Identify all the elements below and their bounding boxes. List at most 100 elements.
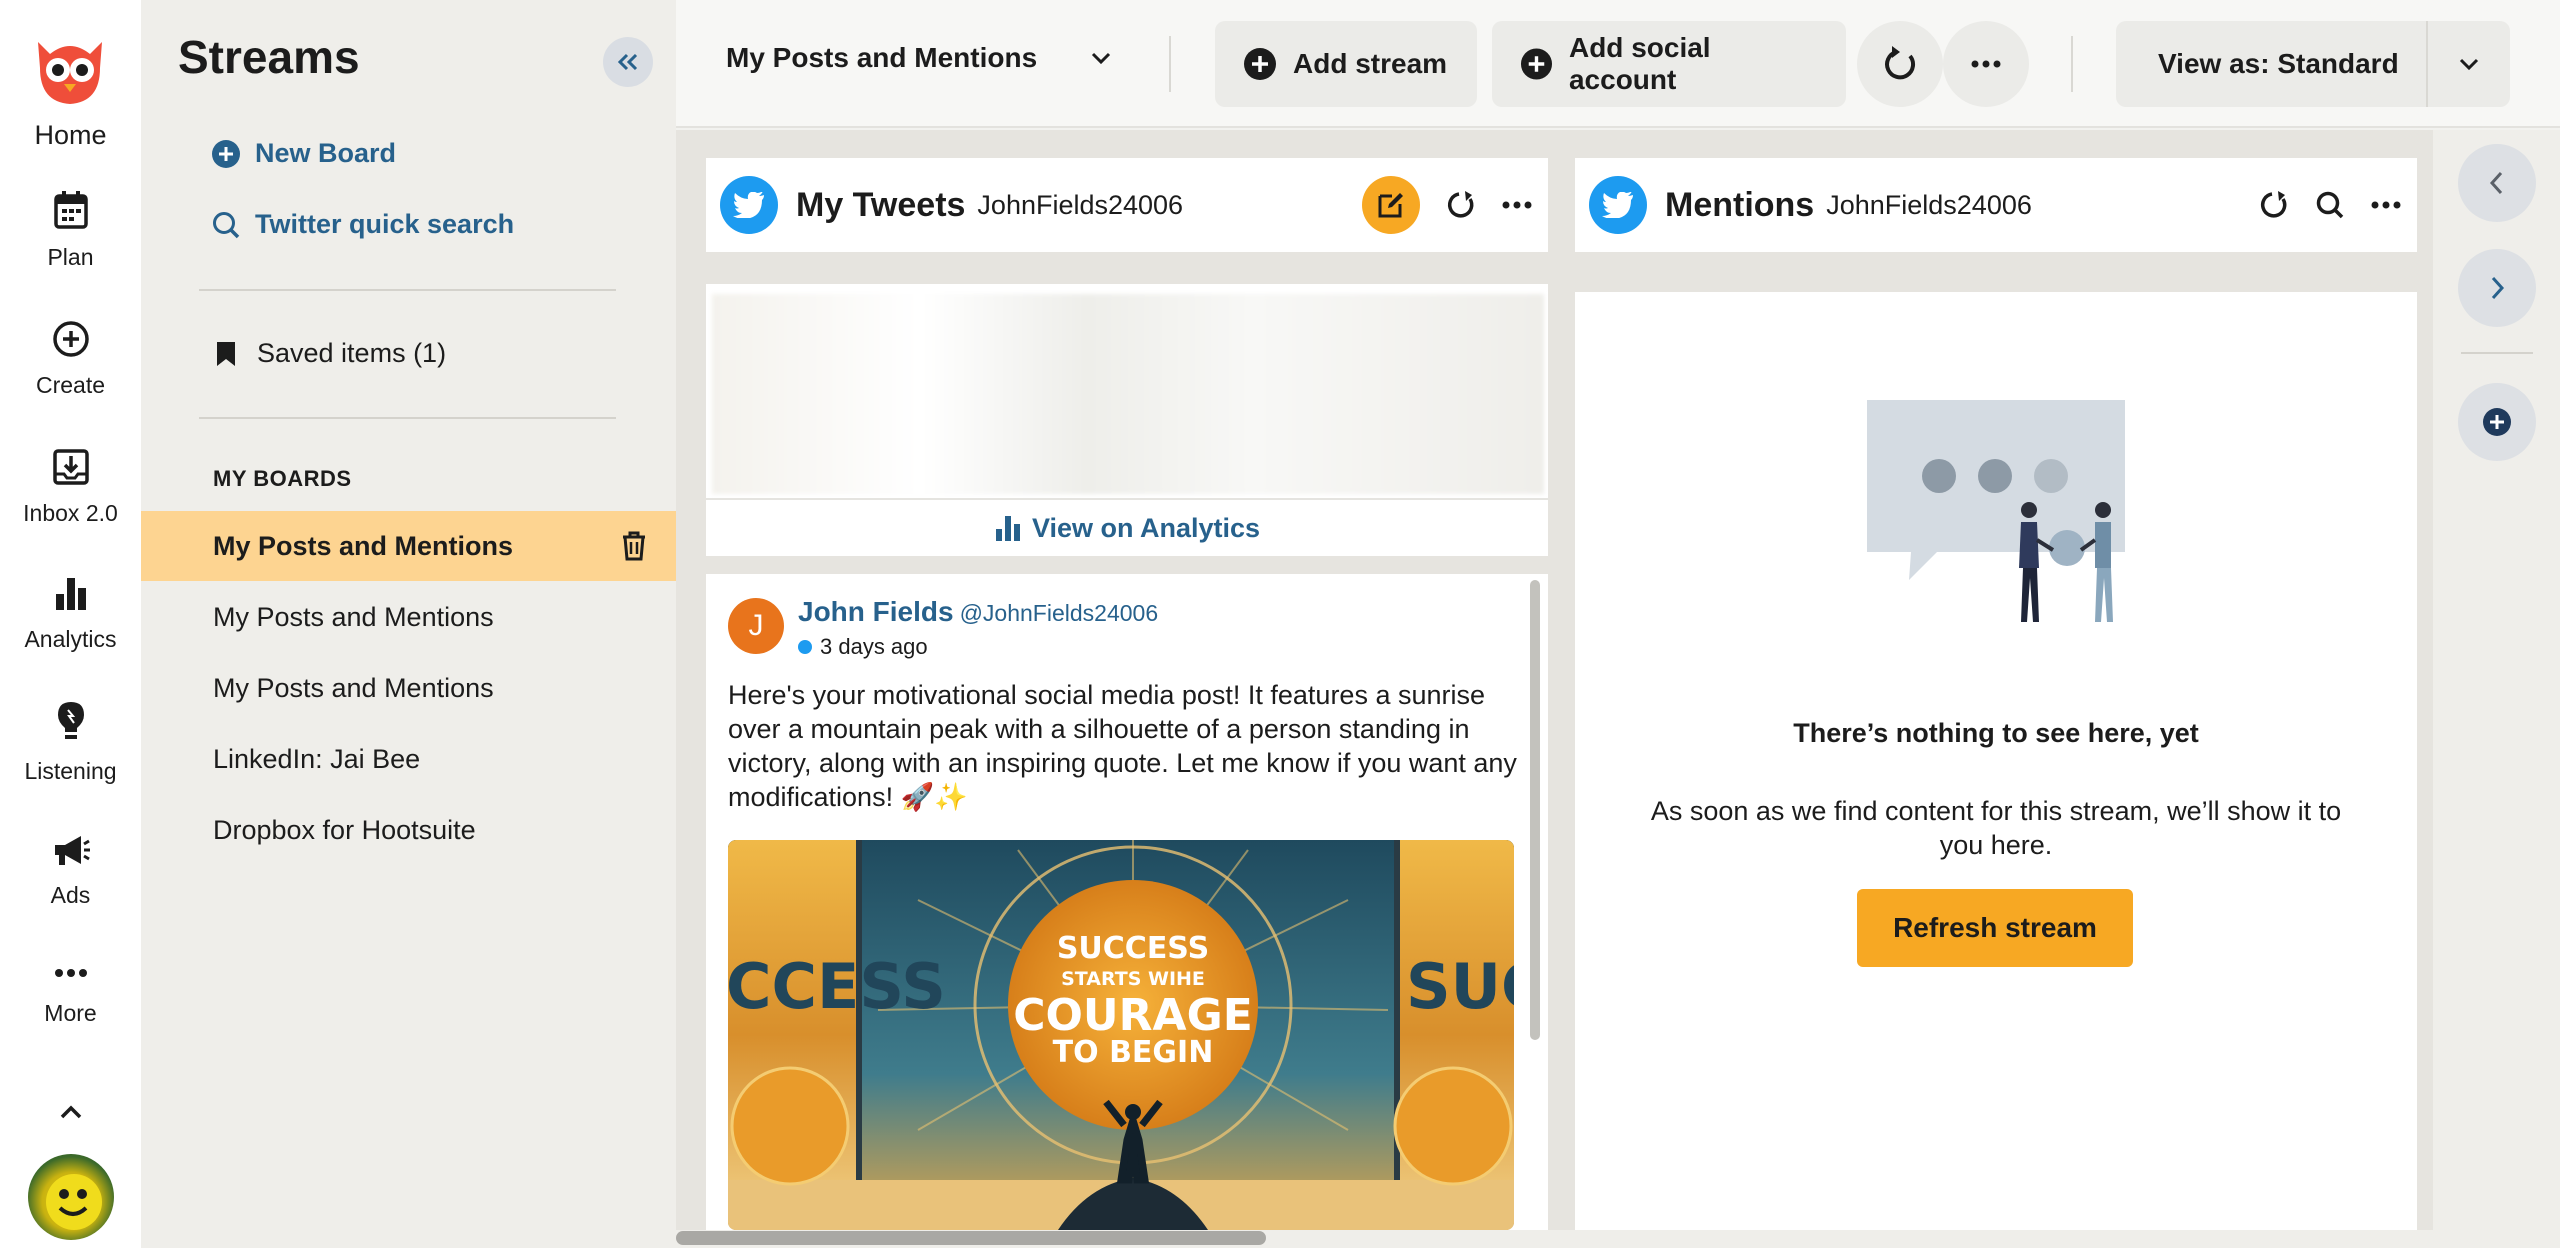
board-item[interactable]: LinkedIn: Jai Bee xyxy=(141,724,676,794)
rail-label: Listening xyxy=(24,758,117,784)
add-stream-label: Add stream xyxy=(1293,48,1448,79)
search-icon xyxy=(213,211,240,238)
chevron-down-icon xyxy=(2459,58,2479,71)
rail-label: Plan xyxy=(47,244,94,270)
quick-search-label: Twitter quick search xyxy=(255,209,515,239)
empty-state-illustration xyxy=(1867,400,2125,622)
toolbar-divider xyxy=(1169,36,1171,92)
stream-title: Mentions xyxy=(1665,185,1815,224)
rail-label: Inbox 2.0 xyxy=(23,500,118,526)
saved-items-label: Saved items (1) xyxy=(257,338,447,368)
rail-item-inbox[interactable]: Inbox 2.0 xyxy=(0,448,141,527)
add-social-account-button[interactable]: Add social account xyxy=(1492,21,1846,107)
stream-column-mentions: Mentions JohnFields24006 There’s nothing… xyxy=(1575,158,2417,1230)
more-options-button[interactable] xyxy=(1943,21,2029,107)
twitter-icon xyxy=(1589,176,1647,234)
avatar-smiley-icon xyxy=(46,1174,102,1230)
plus-circle-filled-icon xyxy=(1520,48,1553,80)
refresh-icon xyxy=(1447,191,1474,218)
board-item[interactable]: My Posts and Mentions xyxy=(141,582,676,652)
my-boards-header: MY BOARDS xyxy=(213,466,352,491)
scroll-right-button[interactable] xyxy=(2458,249,2536,327)
search-icon xyxy=(2316,191,2344,219)
blurred-analytics-preview xyxy=(712,294,1544,494)
tweet-card[interactable]: J John Fields @JohnFields24006 3 days ago… xyxy=(706,574,1548,1230)
board-item[interactable]: Dropbox for Hootsuite xyxy=(141,795,676,865)
post-image[interactable]: SUCCESS STARTS WIHE COURAGE TO BEGIN CCE… xyxy=(728,840,1514,1230)
stream-refresh-button[interactable] xyxy=(1446,190,1476,220)
collapse-sidebar-button[interactable] xyxy=(603,37,653,87)
stream-more-button[interactable] xyxy=(2371,201,2401,209)
rail-item-ads[interactable]: Ads xyxy=(0,834,141,909)
view-as-label: View as: Standard xyxy=(2158,48,2399,79)
compose-button[interactable] xyxy=(1362,176,1420,234)
chevron-down-icon xyxy=(1092,52,1111,65)
view-on-analytics-link[interactable]: View on Analytics xyxy=(706,498,1548,556)
plus-circle-filled-icon xyxy=(212,139,240,168)
author-avatar[interactable]: J xyxy=(728,598,784,654)
image-text-line3: COURAGE xyxy=(1013,990,1253,1041)
saved-items-link[interactable]: Saved items (1) xyxy=(215,338,446,369)
board-label: LinkedIn: Jai Bee xyxy=(213,743,421,774)
author-name-text: John Fields xyxy=(798,596,954,627)
add-stream-button[interactable]: Add stream xyxy=(1215,21,1477,107)
bar-chart-icon xyxy=(995,516,1020,541)
megaphone-icon xyxy=(54,836,90,865)
stream-more-button[interactable] xyxy=(1502,201,1532,209)
rail-item-plan[interactable]: Plan xyxy=(0,190,141,271)
author-name[interactable]: John Fields @JohnFields24006 xyxy=(798,596,1158,628)
board-selector-dropdown[interactable]: My Posts and Mentions xyxy=(726,42,1113,74)
new-board-label: New Board xyxy=(255,138,397,168)
twitter-dot-icon xyxy=(798,640,812,654)
add-social-account-label: Add social account xyxy=(1568,32,1711,95)
board-label: My Posts and Mentions xyxy=(213,672,494,703)
board-item[interactable]: My Posts and Mentions xyxy=(141,511,676,581)
refresh-all-button[interactable] xyxy=(1857,21,1943,107)
stream-header: Mentions JohnFields24006 xyxy=(1575,158,2417,252)
streams-sidebar: Streams New Board Twitter quick search S… xyxy=(141,0,676,1248)
new-board-link[interactable]: New Board xyxy=(211,138,396,169)
streams-area: My Tweets JohnFields24006 View on Analyt… xyxy=(676,130,2433,1230)
left-rail: Home Plan Create Inbox 2.0 Analytics Lis… xyxy=(0,0,141,1248)
rail-item-create[interactable]: Create xyxy=(0,320,141,399)
board-label: Dropbox for Hootsuite xyxy=(213,814,476,845)
inbox-icon xyxy=(52,449,89,485)
rail-home-label[interactable]: Home xyxy=(0,120,141,151)
horizontal-scrollbar-thumb[interactable] xyxy=(676,1231,1266,1245)
board-label: My Posts and Mentions xyxy=(213,601,494,632)
hootsuite-owl-logo-icon[interactable] xyxy=(28,24,112,108)
view-as-caret[interactable] xyxy=(2428,56,2510,72)
sidebar-divider xyxy=(199,417,616,419)
rail-label: Create xyxy=(35,372,106,398)
post-scrollbar[interactable] xyxy=(1530,580,1540,1040)
rail-item-listening[interactable]: Listening xyxy=(0,700,141,785)
board-item[interactable]: My Posts and Mentions xyxy=(141,653,676,723)
image-side-right-text: SUC xyxy=(1406,950,1514,1023)
twitter-quick-search-link[interactable]: Twitter quick search xyxy=(211,209,514,240)
rail-item-analytics[interactable]: Analytics xyxy=(0,576,141,653)
trash-icon[interactable] xyxy=(620,530,648,562)
sidebar-title: Streams xyxy=(178,31,360,83)
post-text: Here's your motivational social media po… xyxy=(728,680,1517,812)
double-chevron-left-icon xyxy=(617,53,638,71)
chevron-up-icon[interactable] xyxy=(56,1097,86,1127)
scroll-left-button[interactable] xyxy=(2458,144,2536,222)
user-avatar[interactable] xyxy=(28,1154,114,1240)
image-text-line2: STARTS WIHE xyxy=(1061,968,1205,990)
stream-refresh-button[interactable] xyxy=(2259,190,2289,220)
more-horizontal-icon xyxy=(54,969,87,977)
plus-circle-filled-icon xyxy=(1244,48,1276,80)
stream-navigation xyxy=(2433,130,2560,1248)
empty-state-title: There’s nothing to see here, yet xyxy=(1793,718,2199,748)
image-text-line1: SUCCESS xyxy=(1057,931,1209,966)
rail-item-more[interactable]: More xyxy=(0,968,141,1027)
view-as-dropdown[interactable]: View as: Standard xyxy=(2116,21,2510,107)
stream-search-button[interactable] xyxy=(2315,190,2345,220)
chevron-right-icon xyxy=(2491,276,2505,300)
bar-chart-icon xyxy=(55,578,86,610)
refresh-stream-button[interactable]: Refresh stream xyxy=(1857,889,2133,967)
refresh-icon xyxy=(1885,46,1916,80)
post-timestamp[interactable]: 3 days ago xyxy=(798,634,928,660)
compose-icon xyxy=(1378,193,1403,218)
add-stream-side-button[interactable] xyxy=(2458,383,2536,461)
